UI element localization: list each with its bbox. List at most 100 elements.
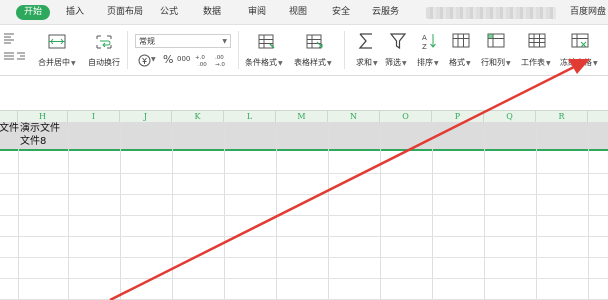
- cell-g1[interactable]: 文件: [0, 122, 19, 135]
- grid-column-line: [224, 122, 225, 300]
- blurred-region: [426, 7, 556, 19]
- column-header-o[interactable]: O: [380, 111, 432, 122]
- grid-column-line: [328, 122, 329, 300]
- worksheet-icon[interactable]: [527, 31, 547, 51]
- tab-insert[interactable]: 插入: [66, 5, 84, 20]
- grid-column-line: [68, 122, 69, 300]
- tab-home[interactable]: 开始: [16, 5, 51, 20]
- grid-row-line: [0, 257, 608, 258]
- svg-text:→.0: →.0: [215, 62, 225, 67]
- wrap-text-button[interactable]: 自动换行: [88, 57, 120, 68]
- svg-text:.00: .00: [198, 62, 207, 67]
- column-header-l[interactable]: L: [224, 111, 276, 122]
- sigma-icon[interactable]: [357, 31, 375, 51]
- sum-label: 求和: [356, 58, 372, 67]
- table-style-button[interactable]: 表格样式▼: [294, 57, 332, 68]
- grid-column-line: [276, 122, 277, 300]
- percent-button[interactable]: %: [163, 53, 173, 66]
- column-header-k[interactable]: K: [172, 111, 224, 122]
- grid-row-line: [0, 215, 608, 216]
- tab-security[interactable]: 安全: [332, 5, 350, 20]
- conditional-format-button[interactable]: 条件格式▼: [245, 57, 283, 68]
- cell-h1-line2[interactable]: 文件8: [20, 135, 46, 148]
- tab-page-layout[interactable]: 页面布局: [107, 5, 143, 20]
- rows-columns-label: 行和列: [481, 58, 505, 67]
- column-header-j[interactable]: J: [120, 111, 172, 122]
- svg-text:Z: Z: [422, 43, 427, 51]
- selected-row[interactable]: [0, 122, 608, 151]
- sort-label: 排序: [417, 58, 433, 67]
- number-format-select[interactable]: 常规 ▼: [135, 34, 231, 48]
- currency-icon[interactable]: [138, 54, 151, 67]
- thousands-separator-button[interactable]: 000: [177, 55, 190, 63]
- tab-cloud-service[interactable]: 云服务: [372, 5, 399, 20]
- filter-button[interactable]: 筛选▼: [385, 57, 407, 68]
- tab-formulas[interactable]: 公式: [160, 5, 178, 20]
- format-button[interactable]: 格式▼: [449, 57, 471, 68]
- filter-label: 筛选: [385, 58, 401, 67]
- freeze-panes-icon[interactable]: [570, 31, 590, 51]
- column-header-h[interactable]: H: [18, 111, 68, 122]
- ribbon-separator: [238, 31, 239, 69]
- tab-view[interactable]: 视图: [289, 5, 307, 20]
- column-header-m[interactable]: M: [276, 111, 328, 122]
- column-header-n[interactable]: N: [328, 111, 380, 122]
- number-format-value: 常规: [139, 37, 155, 46]
- column-header-p[interactable]: P: [432, 111, 484, 122]
- column-header-g[interactable]: [0, 111, 18, 122]
- grid-row-line: [0, 278, 608, 279]
- tab-data[interactable]: 数据: [203, 5, 221, 20]
- column-header-q[interactable]: Q: [484, 111, 536, 122]
- tab-baidu-netdisk[interactable]: 百度网盘: [570, 5, 606, 20]
- tab-review[interactable]: 审阅: [248, 5, 266, 20]
- wrap-text-icon[interactable]: [94, 32, 114, 52]
- grid-row-line: [0, 194, 608, 195]
- column-header-s[interactable]: [588, 111, 608, 122]
- ribbon-tab-bar: 开始 插入 页面布局 公式 数据 审阅 视图 安全 云服务 百度网盘: [0, 0, 608, 25]
- align-left-icon[interactable]: [2, 31, 16, 45]
- conditional-format-icon[interactable]: [257, 32, 277, 52]
- freeze-panes-label: 冻结窗格: [560, 58, 592, 67]
- table-style-icon[interactable]: [305, 32, 325, 52]
- ribbon-toolbar: 合并居中▼ 自动换行 常规 ▼ ▼ % 000 +.0 .00 .00 →.0 …: [0, 25, 608, 76]
- format-icon[interactable]: [451, 31, 471, 51]
- grid-column-line: [380, 122, 381, 300]
- grid-column-line: [432, 122, 433, 300]
- svg-text:+.0: +.0: [195, 55, 205, 61]
- sort-az-icon[interactable]: A Z: [420, 31, 438, 51]
- rows-columns-icon[interactable]: [486, 31, 506, 51]
- format-label: 格式: [449, 58, 465, 67]
- grid-column-line: [120, 122, 121, 300]
- spreadsheet-grid[interactable]: 文件 演示文件 文件8: [0, 122, 608, 300]
- rows-columns-button[interactable]: 行和列▼: [481, 57, 511, 68]
- column-header-r[interactable]: R: [536, 111, 588, 122]
- grid-column-line: [536, 122, 537, 300]
- worksheet-button[interactable]: 工作表▼: [521, 57, 551, 68]
- grid-column-line: [484, 122, 485, 300]
- grid-column-line: [18, 122, 19, 300]
- indent-icon[interactable]: [16, 51, 26, 61]
- increase-decimal-icon[interactable]: +.0 .00: [195, 53, 211, 67]
- grid-row-line: [0, 236, 608, 237]
- freeze-panes-button[interactable]: 冻结窗格▼: [560, 57, 598, 68]
- conditional-format-label: 条件格式: [245, 58, 277, 67]
- merge-center-button[interactable]: 合并居中▼: [38, 57, 76, 68]
- decrease-decimal-icon[interactable]: .00 →.0: [214, 53, 230, 67]
- svg-text:.00: .00: [215, 55, 224, 61]
- grid-row-line: [0, 173, 608, 174]
- grid-column-line: [172, 122, 173, 300]
- column-header-i[interactable]: I: [68, 111, 120, 122]
- merge-cells-icon[interactable]: [47, 32, 67, 52]
- worksheet-label: 工作表: [521, 58, 545, 67]
- ribbon-separator: [127, 31, 128, 69]
- table-style-label: 表格样式: [294, 58, 326, 67]
- formula-bar-area: [0, 76, 608, 110]
- sum-button[interactable]: 求和▼: [356, 57, 378, 68]
- align-bottom-icon[interactable]: [2, 51, 16, 61]
- funnel-icon[interactable]: [389, 31, 407, 51]
- sort-button[interactable]: 排序▼: [417, 57, 439, 68]
- svg-text:A: A: [422, 34, 427, 42]
- currency-dropdown-icon[interactable]: ▼: [151, 56, 156, 63]
- cell-h1-line1[interactable]: 演示文件: [20, 122, 60, 135]
- merge-center-label: 合并居中: [38, 58, 70, 67]
